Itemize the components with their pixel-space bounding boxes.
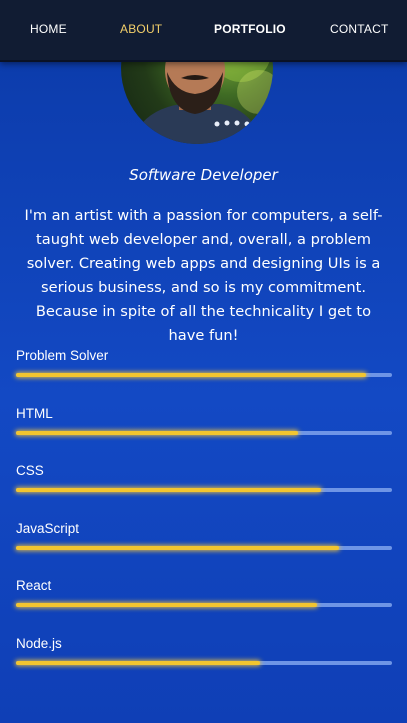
skill-bar-track xyxy=(16,603,392,607)
skill-bar-track xyxy=(16,430,392,435)
skill-label: JavaScript xyxy=(16,520,80,536)
skill-bar-fill xyxy=(16,373,366,377)
skill-label: CSS xyxy=(16,463,44,478)
nav-about-link[interactable]: ABOUT xyxy=(120,22,162,36)
skill-item: Node.js xyxy=(16,636,392,694)
skill-bar-track xyxy=(16,488,392,492)
skill-bar-fill xyxy=(16,660,261,665)
skill-bar-fill xyxy=(16,488,321,492)
skill-bar-fill xyxy=(16,430,298,435)
skill-label: Problem Solver xyxy=(16,348,109,363)
navbar: HOME ABOUT PORTFOLIO CONTACT xyxy=(0,0,407,62)
bio-text: I'm an artist with a passion for compute… xyxy=(24,207,383,344)
nav-portfolio-link[interactable]: PORTFOLIO xyxy=(214,22,286,36)
skill-bar-track xyxy=(16,373,392,377)
skill-item: React xyxy=(16,578,392,636)
skill-bar-track xyxy=(16,545,392,550)
skills-list: Problem Solver HTML CSS JavaScript React… xyxy=(16,348,392,693)
skill-bar-fill xyxy=(16,545,340,550)
skill-bar-track xyxy=(16,660,392,665)
skill-item: CSS xyxy=(16,463,392,521)
skill-item: HTML xyxy=(16,406,392,464)
skill-bar-fill xyxy=(16,603,317,607)
nav-contact-link[interactable]: CONTACT xyxy=(330,22,389,36)
job-title: Software Developer xyxy=(129,166,278,184)
skill-label: React xyxy=(16,578,52,593)
skill-item: Problem Solver xyxy=(16,348,392,406)
skill-item: JavaScript xyxy=(16,521,392,579)
skill-label: Node.js xyxy=(16,635,62,651)
nav-home-link[interactable]: HOME xyxy=(30,22,67,36)
skill-label: HTML xyxy=(16,405,53,421)
